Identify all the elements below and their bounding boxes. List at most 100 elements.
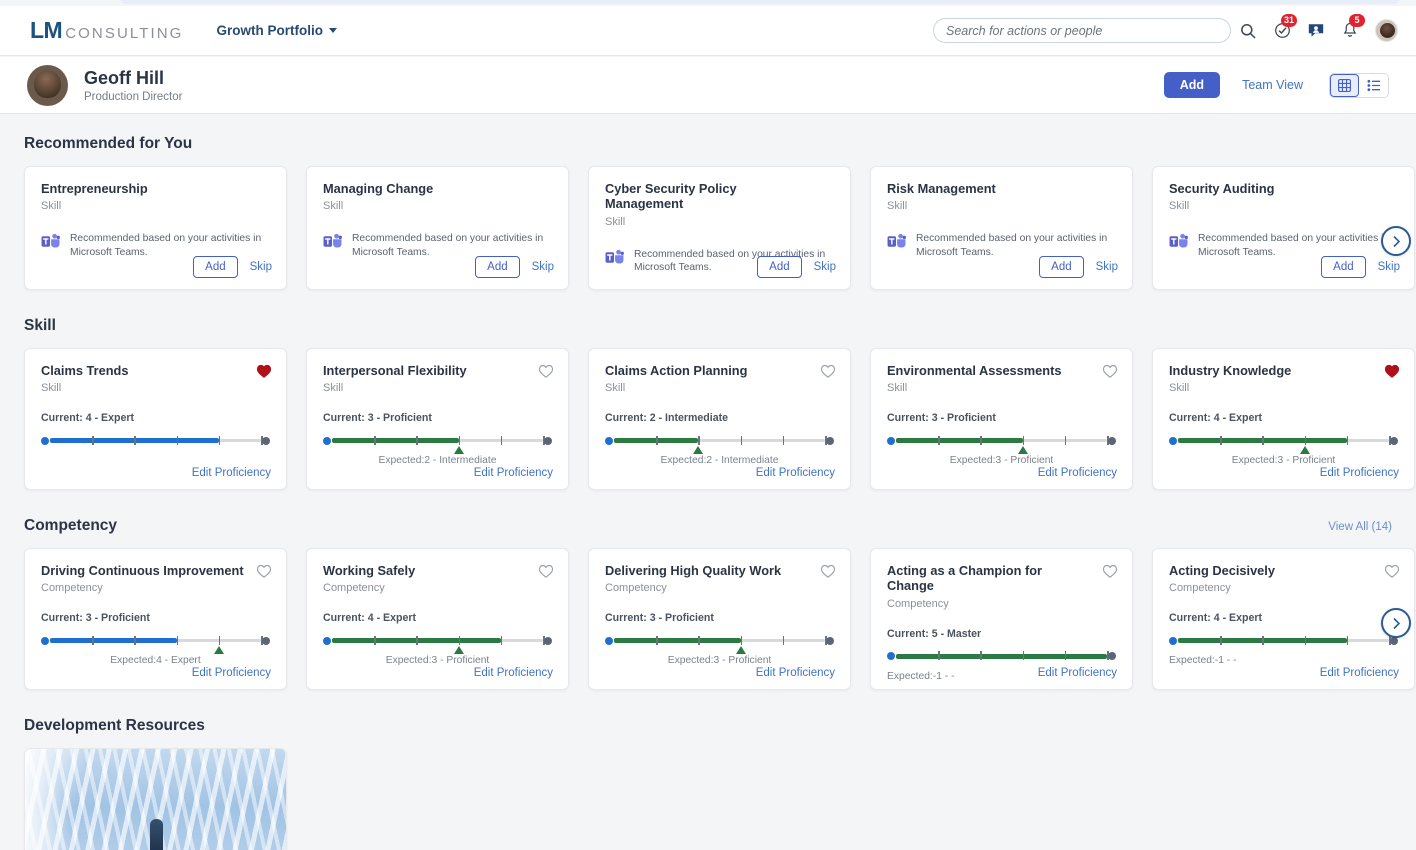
meter-tick bbox=[938, 436, 940, 445]
portfolio-dropdown[interactable]: Growth Portfolio bbox=[216, 23, 336, 38]
heart-outline-icon[interactable] bbox=[538, 563, 554, 579]
edit-proficiency-link[interactable]: Edit Proficiency bbox=[192, 467, 271, 479]
view-all-competency-link[interactable]: View All (14) bbox=[1328, 521, 1392, 533]
recommendation-card[interactable]: Cyber Security Policy ManagementSkillRec… bbox=[588, 166, 851, 290]
search-input[interactable] bbox=[933, 18, 1231, 43]
recommendation-skip-link[interactable]: Skip bbox=[1378, 261, 1400, 273]
edit-proficiency-link[interactable]: Edit Proficiency bbox=[474, 667, 553, 679]
recommendation-skip-link[interactable]: Skip bbox=[814, 261, 836, 273]
heart-outline-icon[interactable] bbox=[820, 363, 836, 379]
proficiency-card[interactable]: Environmental AssessmentsSkillCurrent: 3… bbox=[870, 348, 1133, 490]
heart-filled-icon[interactable] bbox=[256, 363, 272, 379]
grid-view-icon[interactable] bbox=[1330, 74, 1359, 97]
meter-tick bbox=[416, 436, 418, 445]
carousel-next-recommended[interactable] bbox=[1381, 226, 1411, 256]
current-level-text: Current: 4 - Expert bbox=[1169, 612, 1398, 624]
expected-level-text: Expected:3 - Proficient bbox=[605, 655, 834, 666]
recommendation-title: Cyber Security Policy Management bbox=[605, 181, 834, 212]
heart-outline-icon[interactable] bbox=[256, 563, 272, 579]
heart-filled-icon[interactable] bbox=[1384, 363, 1400, 379]
recommendation-reason-row: Recommended based on your activities in … bbox=[41, 232, 270, 258]
app-header: LM CONSULTING Growth Portfolio 31 5 bbox=[0, 6, 1416, 56]
proficiency-title: Environmental Assessments bbox=[887, 363, 1116, 378]
list-view-icon[interactable] bbox=[1359, 74, 1388, 97]
page-top-strip bbox=[120, 0, 1400, 4]
edit-proficiency-link[interactable]: Edit Proficiency bbox=[1320, 467, 1399, 479]
profile-identity: Geoff Hill Production Director bbox=[84, 68, 182, 103]
proficiency-card[interactable]: Acting DecisivelyCompetencyCurrent: 4 - … bbox=[1152, 548, 1415, 690]
proficiency-card[interactable]: Acting as a Champion for ChangeCompetenc… bbox=[870, 548, 1133, 690]
header-avatar[interactable] bbox=[1375, 19, 1398, 42]
edit-proficiency-link[interactable]: Edit Proficiency bbox=[192, 667, 271, 679]
recommendation-actions: Add Skip bbox=[1321, 256, 1400, 278]
edit-proficiency-link[interactable]: Edit Proficiency bbox=[474, 467, 553, 479]
meter-fill bbox=[896, 654, 1107, 659]
current-level-text: Current: 3 - Proficient bbox=[887, 412, 1116, 424]
profile-avatar bbox=[27, 65, 68, 106]
add-button[interactable]: Add bbox=[1164, 72, 1220, 98]
proficiency-title: Driving Continuous Improvement bbox=[41, 563, 270, 578]
logo-lm-text: LM bbox=[30, 17, 62, 44]
heart-outline-icon[interactable] bbox=[820, 563, 836, 579]
proficiency-card[interactable]: Working SafelyCompetencyCurrent: 4 - Exp… bbox=[306, 548, 569, 690]
recommendation-add-button[interactable]: Add bbox=[1039, 256, 1083, 278]
recommendation-card[interactable]: EntrepreneurshipSkillRecommended based o… bbox=[24, 166, 287, 290]
proficiency-meter: Expected:4 - Expert bbox=[41, 635, 270, 669]
heart-outline-icon[interactable] bbox=[1102, 563, 1118, 579]
proficiency-title: Working Safely bbox=[323, 563, 552, 578]
edit-proficiency-link[interactable]: Edit Proficiency bbox=[1038, 467, 1117, 479]
meter-tick bbox=[783, 436, 785, 445]
recommendation-card[interactable]: Security AuditingSkillRecommended based … bbox=[1152, 166, 1415, 290]
search-icon[interactable] bbox=[1231, 14, 1265, 48]
meter-tick bbox=[459, 436, 461, 445]
proficiency-card[interactable]: Driving Continuous ImprovementCompetency… bbox=[24, 548, 287, 690]
meter-start-dot bbox=[323, 437, 331, 445]
team-view-link[interactable]: Team View bbox=[1242, 78, 1303, 92]
logo-consulting-text: CONSULTING bbox=[65, 25, 183, 42]
portfolio-dropdown-label: Growth Portfolio bbox=[216, 23, 322, 38]
notifications-badge: 5 bbox=[1349, 14, 1365, 27]
recommendation-card[interactable]: Managing ChangeSkillRecommended based on… bbox=[306, 166, 569, 290]
meter-tick bbox=[1023, 436, 1025, 445]
proficiency-card[interactable]: Interpersonal FlexibilitySkillCurrent: 3… bbox=[306, 348, 569, 490]
recommendation-title: Entrepreneurship bbox=[41, 181, 270, 196]
section-header-skill: Skill bbox=[0, 317, 1416, 335]
bell-icon[interactable]: 5 bbox=[1333, 14, 1367, 48]
tasks-check-circle-icon[interactable]: 31 bbox=[1265, 14, 1299, 48]
proficiency-card[interactable]: Delivering High Quality WorkCompetencyCu… bbox=[588, 548, 851, 690]
app-logo[interactable]: LM CONSULTING bbox=[30, 17, 183, 44]
edit-proficiency-link[interactable]: Edit Proficiency bbox=[756, 667, 835, 679]
recommendation-add-button[interactable]: Add bbox=[1321, 256, 1365, 278]
proficiency-card[interactable]: Claims Action PlanningSkillCurrent: 2 - … bbox=[588, 348, 851, 490]
recommendation-add-button[interactable]: Add bbox=[475, 256, 519, 278]
meter-end-dot bbox=[826, 437, 834, 445]
recommendation-skip-link[interactable]: Skip bbox=[1096, 261, 1118, 273]
chat-person-icon[interactable] bbox=[1299, 14, 1333, 48]
meter-tick bbox=[741, 636, 743, 645]
proficiency-type: Skill bbox=[41, 382, 270, 394]
section-title-recommended: Recommended for You bbox=[24, 135, 192, 153]
meter-tick bbox=[416, 636, 418, 645]
meter-tick bbox=[1065, 436, 1067, 445]
edit-proficiency-link[interactable]: Edit Proficiency bbox=[1320, 667, 1399, 679]
meter-tick bbox=[219, 436, 221, 445]
heart-outline-icon[interactable] bbox=[538, 363, 554, 379]
recommendation-card[interactable]: Risk ManagementSkillRecommended based on… bbox=[870, 166, 1133, 290]
edit-proficiency-link[interactable]: Edit Proficiency bbox=[1038, 667, 1117, 679]
current-level-text: Current: 4 - Expert bbox=[41, 412, 270, 424]
edit-proficiency-link[interactable]: Edit Proficiency bbox=[756, 467, 835, 479]
proficiency-meter-bar bbox=[605, 435, 834, 445]
proficiency-card[interactable]: Industry KnowledgeSkillCurrent: 4 - Expe… bbox=[1152, 348, 1415, 490]
recommendation-add-button[interactable]: Add bbox=[757, 256, 801, 278]
recommendation-skip-link[interactable]: Skip bbox=[250, 261, 272, 273]
proficiency-card[interactable]: Claims TrendsSkillCurrent: 4 - ExpertEdi… bbox=[24, 348, 287, 490]
recommendation-skip-link[interactable]: Skip bbox=[532, 261, 554, 273]
carousel-next-competency[interactable] bbox=[1381, 608, 1411, 638]
development-resource-card[interactable] bbox=[24, 748, 287, 850]
heart-outline-icon[interactable] bbox=[1102, 363, 1118, 379]
heart-outline-icon[interactable] bbox=[1384, 563, 1400, 579]
proficiency-title: Delivering High Quality Work bbox=[605, 563, 834, 578]
recommendation-add-button[interactable]: Add bbox=[193, 256, 237, 278]
profile-job-title: Production Director bbox=[84, 91, 182, 103]
meter-fill bbox=[614, 638, 741, 643]
